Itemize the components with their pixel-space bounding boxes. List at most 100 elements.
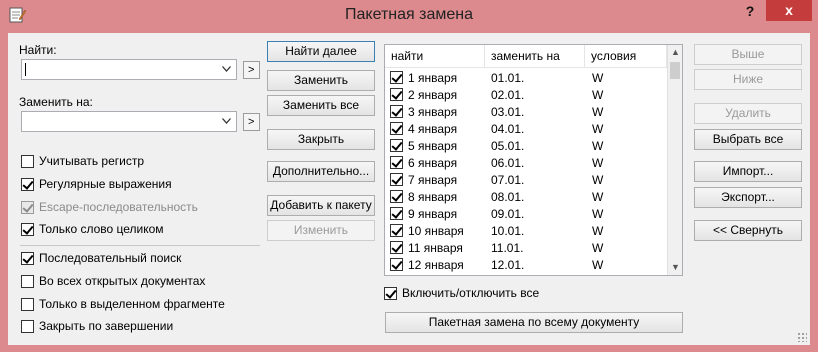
all-open-documents-label: Во всех открытых документах <box>39 274 206 288</box>
replace-button[interactable]: Заменить <box>267 70 375 91</box>
replace-combobox[interactable] <box>21 111 237 132</box>
import-button[interactable]: Импорт... <box>694 161 802 182</box>
row-checkbox[interactable] <box>390 207 403 220</box>
checkbox-box[interactable] <box>21 222 34 236</box>
select-all-button[interactable]: Выбрать все <box>694 129 802 150</box>
checkbox-box[interactable] <box>21 177 34 191</box>
resize-grip-icon[interactable] <box>797 332 807 342</box>
list-item[interactable]: 9 января 09.01. W <box>385 205 667 222</box>
scroll-up-icon[interactable]: ▲ <box>668 45 682 60</box>
list-item[interactable]: 10 января 10.01. W <box>385 222 667 239</box>
row-checkbox[interactable] <box>390 88 403 101</box>
move-down-button: Ниже <box>694 69 802 90</box>
add-to-batch-button[interactable]: Добавить к пакету <box>267 195 375 216</box>
row-replace: 10.01. <box>491 223 525 238</box>
row-checkbox[interactable] <box>390 122 403 135</box>
scroll-thumb[interactable] <box>670 62 680 79</box>
close-window-button[interactable]: x <box>766 0 812 21</box>
chevron-down-icon[interactable] <box>222 118 231 124</box>
row-checkbox[interactable] <box>390 156 403 169</box>
row-find: 12 января <box>408 257 464 272</box>
row-checkbox[interactable] <box>390 258 403 271</box>
find-more-button[interactable]: > <box>243 61 260 79</box>
checkbox-box[interactable] <box>21 274 34 288</box>
row-replace: 09.01. <box>491 206 525 221</box>
list-item[interactable]: 4 января 04.01. W <box>385 120 667 137</box>
row-replace: 02.01. <box>491 87 525 102</box>
scroll-down-icon[interactable]: ▼ <box>668 260 682 275</box>
row-find: 3 января <box>408 104 458 119</box>
row-conditions: W <box>592 172 604 187</box>
more-options-button[interactable]: Дополнительно... <box>267 161 375 182</box>
replace-all-button[interactable]: Заменить все <box>267 95 375 116</box>
collapse-button[interactable]: << Свернуть <box>694 220 802 241</box>
text-cursor <box>25 63 26 76</box>
find-combobox[interactable] <box>21 59 237 80</box>
find-label: Найти: <box>19 43 57 57</box>
list-rows: 1 января 01.01. W 2 января 02.01. W 3 января… <box>385 69 667 273</box>
all-open-documents-checkbox[interactable]: Во всех открытых документах <box>21 273 205 289</box>
escape-sequence-label: Escape-последовательность <box>39 200 198 214</box>
row-conditions: W <box>592 223 604 238</box>
replace-more-button[interactable]: > <box>243 113 260 131</box>
checkbox-box[interactable] <box>21 251 34 265</box>
find-next-button[interactable]: Найти далее <box>267 41 375 62</box>
match-case-checkbox[interactable]: Учитывать регистр <box>21 153 144 169</box>
help-button[interactable]: ? <box>740 2 760 20</box>
checkbox-box[interactable] <box>21 319 34 333</box>
list-scrollbar[interactable]: ▲ ▼ <box>667 45 682 275</box>
list-item[interactable]: 12 января 12.01. W <box>385 256 667 273</box>
sequential-search-checkbox[interactable]: Последовательный поиск <box>21 250 181 266</box>
toggle-all-label: Включить/отключить все <box>402 286 540 300</box>
list-item[interactable]: 6 января 06.01. W <box>385 154 667 171</box>
row-checkbox[interactable] <box>390 190 403 203</box>
row-conditions: W <box>592 155 604 170</box>
row-find: 6 января <box>408 155 458 170</box>
row-checkbox[interactable] <box>390 139 403 152</box>
batch-whole-document-button[interactable]: Пакетная замена по всему документу <box>385 312 683 333</box>
checkbox-box[interactable] <box>21 297 34 311</box>
row-find: 7 января <box>408 172 458 187</box>
column-header-conditions[interactable]: условия <box>585 45 667 68</box>
whole-word-checkbox[interactable]: Только слово целиком <box>21 221 164 237</box>
list-item[interactable]: 2 января 02.01. W <box>385 86 667 103</box>
dialog-body: Найти: > Заменить на: > Учитывать регист… <box>8 33 810 345</box>
batch-list[interactable]: найти заменить на условия 1 января 01.01.… <box>384 44 683 276</box>
checkbox-box[interactable] <box>21 154 34 168</box>
list-item[interactable]: 7 января 07.01. W <box>385 171 667 188</box>
checkbox-box[interactable] <box>384 286 397 300</box>
list-item[interactable]: 11 января 11.01. W <box>385 239 667 256</box>
list-header: найти заменить на условия <box>385 45 667 68</box>
row-conditions: W <box>592 189 604 204</box>
row-checkbox[interactable] <box>390 71 403 84</box>
close-button[interactable]: Закрыть <box>267 129 375 150</box>
export-button[interactable]: Экспорт... <box>694 187 802 208</box>
column-header-find[interactable]: найти <box>385 45 485 68</box>
row-conditions: W <box>592 104 604 119</box>
row-conditions: W <box>592 70 604 85</box>
toggle-all-checkbox[interactable]: Включить/отключить все <box>384 285 539 301</box>
row-conditions: W <box>592 87 604 102</box>
match-case-label: Учитывать регистр <box>39 154 145 168</box>
row-find: 8 января <box>408 189 458 204</box>
chevron-down-icon[interactable] <box>222 66 231 72</box>
row-replace: 01.01. <box>491 70 525 85</box>
close-on-finish-checkbox[interactable]: Закрыть по завершении <box>21 318 173 334</box>
title-bar[interactable]: Пакетная замена ? x <box>0 0 818 33</box>
row-find: 1 января <box>408 70 458 85</box>
column-header-replace[interactable]: заменить на <box>485 45 585 68</box>
regex-checkbox[interactable]: Регулярные выражения <box>21 176 172 192</box>
row-conditions: W <box>592 138 604 153</box>
list-item[interactable]: 1 января 01.01. W <box>385 69 667 86</box>
selection-only-checkbox[interactable]: Только в выделенном фрагменте <box>21 296 225 312</box>
row-checkbox[interactable] <box>390 224 403 237</box>
row-replace: 11.01. <box>491 240 524 255</box>
list-item[interactable]: 3 января 03.01. W <box>385 103 667 120</box>
row-checkbox[interactable] <box>390 105 403 118</box>
list-item[interactable]: 5 января 05.01. W <box>385 137 667 154</box>
row-checkbox[interactable] <box>390 173 403 186</box>
list-item[interactable]: 8 января 08.01. W <box>385 188 667 205</box>
find-more-label: > <box>248 64 255 76</box>
checkbox-box <box>21 200 34 214</box>
row-checkbox[interactable] <box>390 241 403 254</box>
